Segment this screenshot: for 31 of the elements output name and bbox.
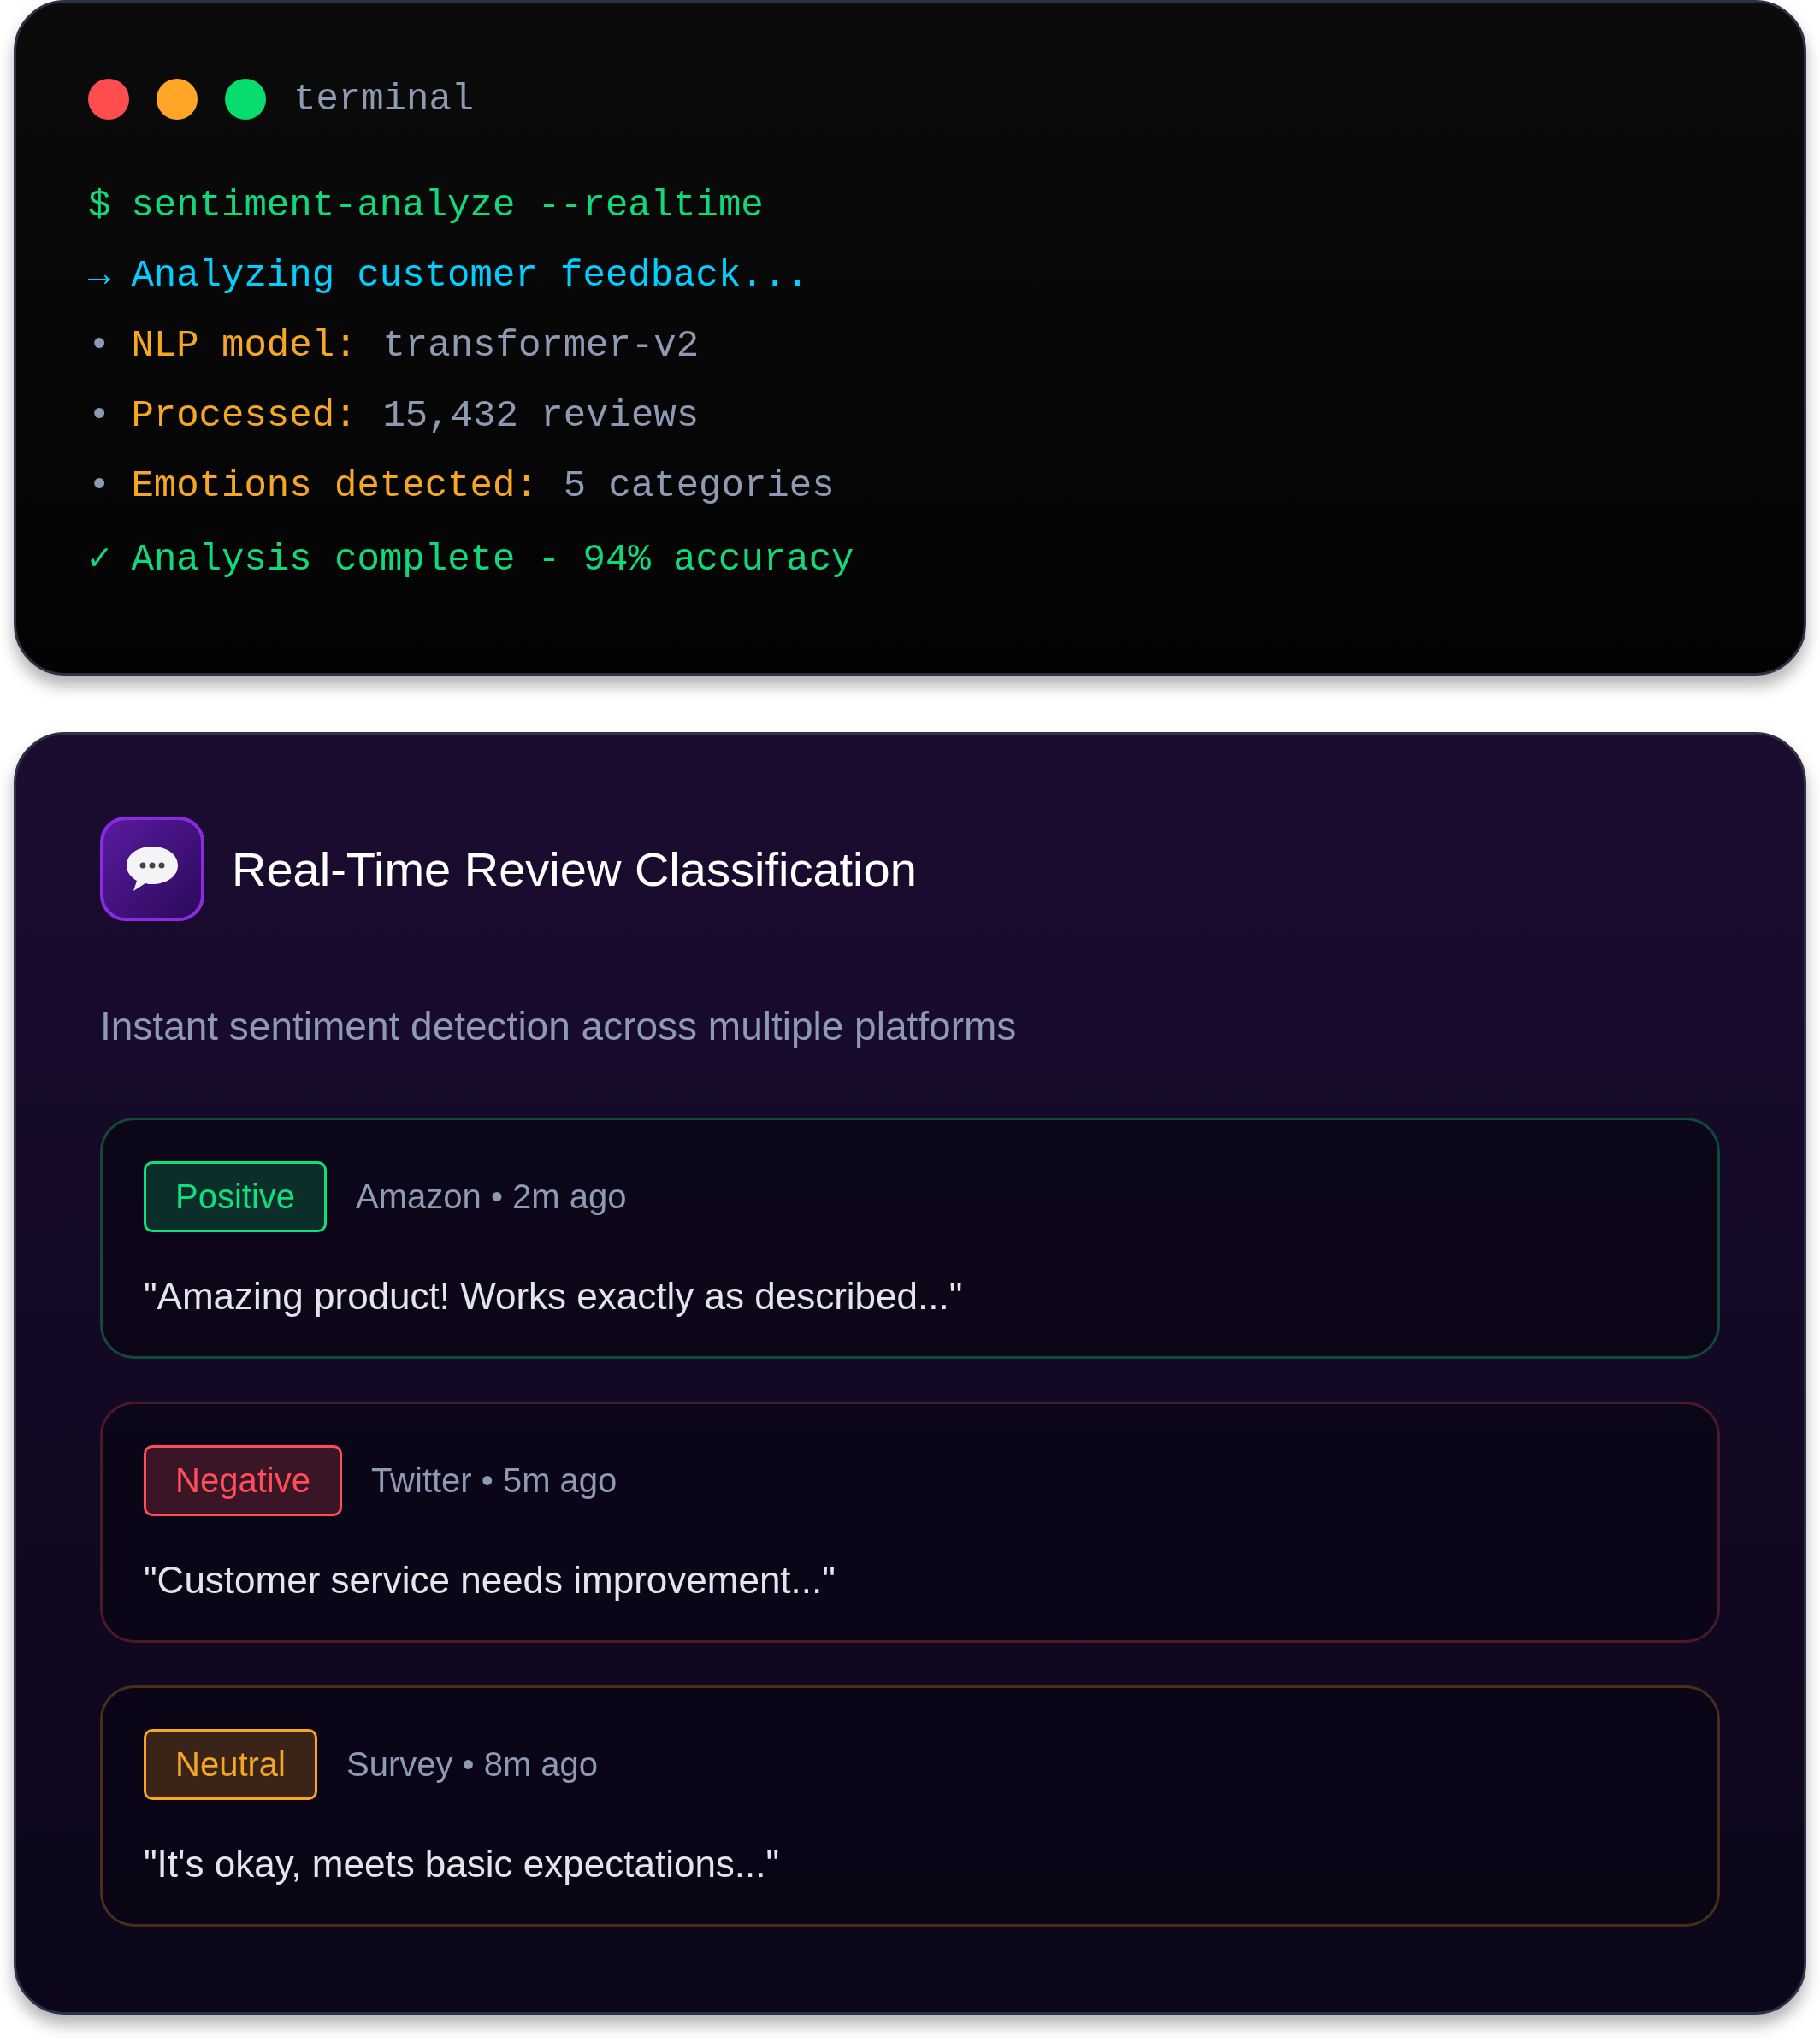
terminal-line: Analyzing customer feedback... bbox=[131, 254, 809, 297]
prompt-symbol: • bbox=[88, 394, 111, 437]
prompt-symbol: ✓ bbox=[88, 537, 111, 581]
stat-value: 15,432 reviews bbox=[382, 394, 700, 437]
stat-value: 5 categories bbox=[563, 464, 835, 507]
stat-label: Emotions detected: bbox=[131, 464, 538, 507]
panel-subtitle: Instant sentiment detection across multiple platforms bbox=[100, 1003, 1018, 1049]
sentiment-badge: Negative bbox=[144, 1445, 342, 1516]
stat-label: NLP model: bbox=[131, 324, 358, 367]
maximize-dot-icon[interactable] bbox=[225, 79, 266, 120]
review-quote: "Amazing product! Works exactly as described..." bbox=[144, 1275, 964, 1318]
review-meta: Twitter • 5m ago bbox=[370, 1461, 618, 1500]
stat-value: transformer-v2 bbox=[382, 324, 700, 367]
review-quote: "Customer service needs improvement..." bbox=[144, 1559, 836, 1602]
prompt-symbol: • bbox=[88, 324, 111, 367]
terminal-line: sentiment-analyze --realtime bbox=[131, 184, 764, 227]
minimize-dot-icon[interactable] bbox=[157, 79, 198, 120]
close-dot-icon[interactable] bbox=[88, 79, 129, 120]
prompt-symbol: • bbox=[88, 464, 111, 507]
prompt-symbol: → bbox=[88, 254, 111, 297]
review-quote: "It's okay, meets basic expectations..." bbox=[144, 1843, 781, 1886]
stat-label: Processed: bbox=[131, 394, 358, 437]
prompt-symbol: $ bbox=[88, 184, 111, 227]
chat-bubble-icon bbox=[100, 817, 204, 921]
sentiment-badge: Positive bbox=[144, 1161, 328, 1232]
review-meta: Amazon • 2m ago bbox=[356, 1177, 627, 1216]
terminal-line: Analysis complete - 94% accuracy bbox=[131, 538, 854, 581]
window-title: terminal bbox=[293, 78, 475, 121]
sentiment-badge: Neutral bbox=[144, 1729, 317, 1800]
review-meta: Survey • 8m ago bbox=[346, 1745, 599, 1784]
panel-title: Real-Time Review Classification bbox=[232, 841, 917, 897]
